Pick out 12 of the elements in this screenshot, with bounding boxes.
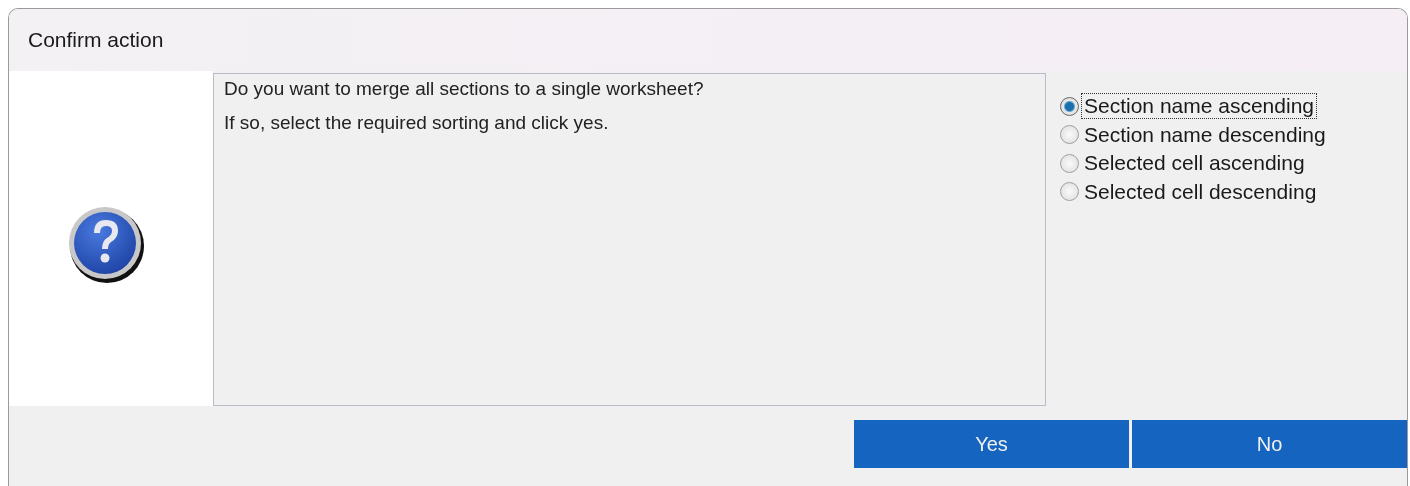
radio-button[interactable] — [1060, 125, 1079, 145]
sort-option[interactable]: Selected cell descending — [1060, 177, 1329, 206]
radio-button[interactable] — [1060, 182, 1079, 202]
window-title: Confirm action — [28, 28, 164, 52]
sort-option[interactable]: Section name descending — [1060, 120, 1329, 149]
message-text: Do you want to merge all sections to a single worksheet? — [224, 78, 705, 100]
message-text: If so, select the required sorting and click yes. — [224, 112, 610, 134]
yes-button[interactable]: Yes — [854, 420, 1129, 468]
radio-button[interactable] — [1060, 96, 1079, 116]
no-button[interactable]: No — [1132, 420, 1407, 468]
radio-button[interactable] — [1060, 153, 1079, 173]
sort-option[interactable]: Selected cell ascending — [1060, 149, 1329, 178]
